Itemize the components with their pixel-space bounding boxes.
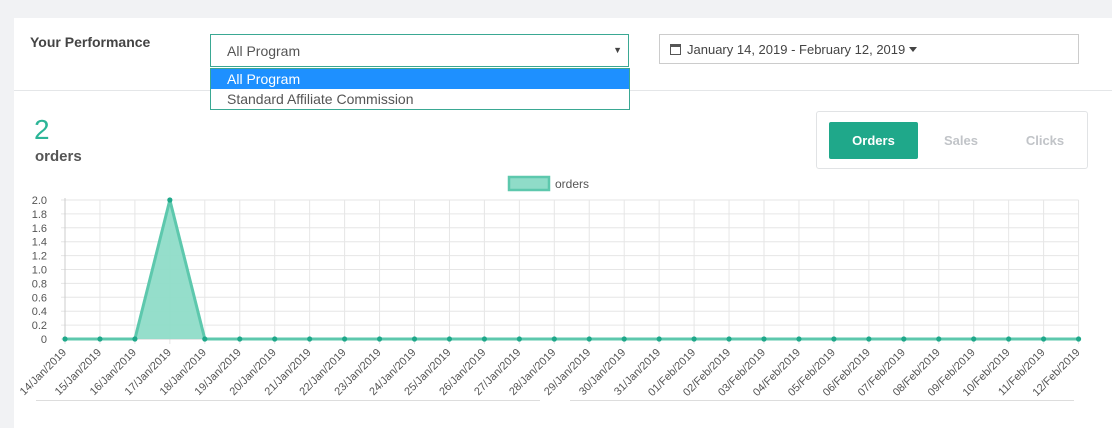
data-point (167, 197, 173, 203)
data-point (237, 336, 243, 342)
data-point (62, 336, 68, 342)
y-tick-label: 0.2 (32, 320, 47, 332)
program-option-standard[interactable]: Standard Affiliate Commission (211, 89, 629, 109)
orders-chart: 00.20.40.60.81.01.21.41.61.82.0 14/Jan/2… (18, 175, 1083, 399)
data-point (307, 336, 313, 342)
data-point (1041, 336, 1047, 342)
y-tick-label: 1.6 (32, 223, 47, 235)
data-point (761, 336, 767, 342)
data-point (621, 336, 627, 342)
data-point (551, 336, 557, 342)
data-point (481, 336, 487, 342)
legend-swatch (507, 175, 551, 192)
y-tick-label: 1.2 (32, 251, 47, 263)
data-point (796, 336, 802, 342)
y-tick-label: 1.8 (32, 209, 47, 221)
data-point (97, 336, 103, 342)
y-tick-label: 0.6 (32, 292, 47, 304)
data-point (132, 336, 138, 342)
data-point (411, 336, 418, 342)
data-point (691, 336, 697, 342)
data-point (866, 336, 872, 342)
bottom-divider (570, 400, 1074, 401)
data-point (446, 336, 453, 342)
y-tick-label: 0.4 (32, 306, 47, 318)
data-point (516, 336, 522, 342)
data-point (831, 336, 837, 342)
data-point (342, 336, 348, 342)
y-tick-label: 1.0 (32, 265, 47, 277)
data-point (272, 336, 278, 342)
program-option-all[interactable]: All Program (211, 69, 629, 89)
data-point (586, 336, 592, 342)
y-tick-label: 0.8 (32, 278, 47, 290)
y-tick-label: 1.4 (32, 237, 47, 249)
data-point (901, 336, 907, 342)
data-point (726, 336, 732, 342)
data-point (1075, 336, 1082, 342)
data-point (971, 336, 977, 342)
data-point (656, 336, 662, 342)
data-point (202, 336, 208, 342)
bottom-divider (36, 400, 540, 401)
program-dropdown-list: All Program Standard Affiliate Commissio… (210, 68, 630, 110)
y-tick-label: 2.0 (32, 195, 47, 207)
data-point (1006, 336, 1012, 342)
data-point (376, 336, 383, 342)
y-tick-label: 0 (41, 334, 47, 346)
legend-label: orders (555, 177, 589, 191)
data-point (936, 336, 942, 342)
